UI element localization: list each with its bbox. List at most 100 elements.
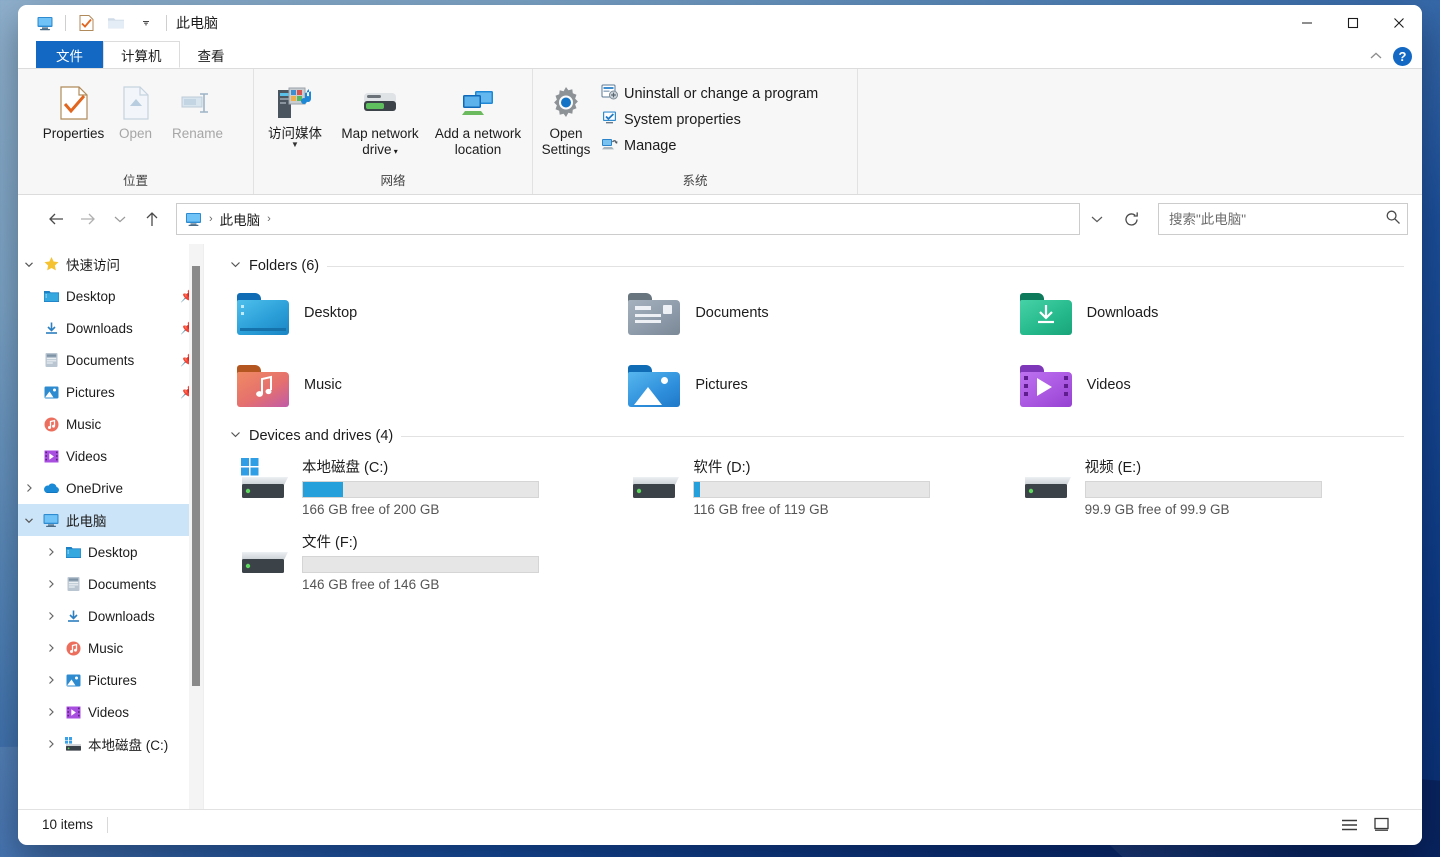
navigation-pane-scrollbar[interactable] [189, 244, 203, 809]
videos-icon [62, 703, 84, 721]
access-media-chevron-down-icon[interactable]: ▼ [291, 140, 299, 148]
sidebar-item-documents-qa[interactable]: Documents 📌 [18, 344, 203, 376]
uninstall-program-item[interactable]: Uninstall or change a program [599, 82, 824, 105]
sidebar-section-quick-access[interactable]: 快速访问 [18, 248, 203, 280]
sidebar-item-videos-pc[interactable]: Videos [18, 696, 203, 728]
navigation-pane: 快速访问 Desktop 📌 Downloads 📌 Documents 📌 P… [18, 244, 204, 809]
drive-tile-c[interactable]: 本地磁盘 (C:) 166 GB free of 200 GB [230, 452, 621, 519]
explorer-body: 快速访问 Desktop 📌 Downloads 📌 Documents 📌 P… [18, 243, 1422, 809]
properties-button[interactable]: Properties [43, 74, 105, 142]
folder-tile-documents[interactable]: Documents [621, 282, 1012, 344]
manage-icon [601, 135, 618, 156]
add-network-location-button[interactable]: Add a network location [429, 74, 527, 157]
breadcrumb-separator-0[interactable]: › [206, 213, 216, 225]
drive-tile-d[interactable]: 软件 (D:) 116 GB free of 119 GB [621, 452, 1012, 519]
chevron-right-icon[interactable] [40, 611, 62, 621]
open-button[interactable]: Open [105, 74, 167, 142]
folders-group-chevron-down-icon[interactable] [230, 260, 241, 272]
tab-file[interactable]: 文件 [36, 41, 103, 68]
sidebar-item-music-pc[interactable]: Music [18, 632, 203, 664]
sidebar-item-desktop-pc[interactable]: Desktop [18, 536, 203, 568]
drive-free-label: 146 GB free of 146 GB [302, 577, 440, 592]
map-network-drive-label: Map network drive ▾ [341, 126, 419, 157]
customize-qat-chevron-icon[interactable] [131, 8, 161, 38]
map-drive-chevron-down-icon[interactable]: ▾ [392, 147, 398, 156]
folder-tile-label: Documents [695, 305, 769, 321]
sidebar-item-label: Desktop [66, 288, 116, 304]
chevron-right-icon[interactable] [40, 739, 62, 749]
documents-icon [62, 575, 84, 593]
open-icon [120, 82, 152, 124]
ribbon-empty-space [858, 69, 1422, 194]
system-drive-icon [236, 454, 294, 504]
onedrive-chevron-right-icon[interactable] [18, 483, 40, 493]
folders-group-header[interactable]: Folders (6) [230, 258, 1404, 274]
desktop-folder-icon [62, 543, 84, 561]
sidebar-item-local-disk-c[interactable]: 本地磁盘 (C:) [18, 728, 203, 760]
access-media-button[interactable]: 访问媒体 ▼ [259, 74, 331, 148]
downloads-folder-icon [1019, 288, 1073, 338]
sidebar-section-this-pc[interactable]: 此电脑 [18, 504, 203, 536]
back-button[interactable] [40, 203, 72, 235]
sidebar-item-pictures-qa[interactable]: Pictures 📌 [18, 376, 203, 408]
search-input[interactable] [1169, 211, 1385, 227]
drives-group-chevron-down-icon[interactable] [230, 430, 241, 442]
sidebar-item-desktop-qa[interactable]: Desktop 📌 [18, 280, 203, 312]
recent-locations-chevron-down-icon[interactable] [104, 203, 136, 235]
tab-view[interactable]: 查看 [180, 41, 243, 68]
drive-tile-e[interactable]: 视频 (E:) 99.9 GB free of 99.9 GB [1013, 452, 1404, 519]
tab-computer[interactable]: 计算机 [103, 41, 180, 68]
search-icon[interactable] [1385, 209, 1401, 230]
sidebar-item-pictures-pc[interactable]: Pictures [18, 664, 203, 696]
details-view-button[interactable] [1336, 814, 1362, 836]
sidebar-item-downloads-qa[interactable]: Downloads 📌 [18, 312, 203, 344]
maximize-button[interactable] [1330, 5, 1376, 41]
collapse-ribbon-chevron-icon[interactable] [1369, 50, 1383, 64]
drive-name-label: 文件 (F:) [302, 535, 358, 551]
help-button[interactable]: ? [1393, 47, 1412, 66]
system-properties-item[interactable]: System properties [599, 108, 824, 131]
open-settings-button[interactable]: Open Settings [533, 74, 599, 157]
chevron-right-icon[interactable] [40, 707, 62, 717]
manage-item[interactable]: Manage [599, 134, 824, 157]
chevron-right-icon[interactable] [40, 675, 62, 685]
breadcrumb-this-pc[interactable]: 此电脑 [216, 207, 265, 231]
sidebar-item-downloads-pc[interactable]: Downloads [18, 600, 203, 632]
sidebar-item-videos-qa[interactable]: Videos [18, 440, 203, 472]
add-network-location-icon [457, 82, 499, 124]
navigation-pane-scroll-thumb[interactable] [192, 266, 200, 686]
sidebar-item-music-qa[interactable]: Music [18, 408, 203, 440]
properties-check-icon[interactable] [71, 8, 101, 38]
settings-gear-icon [547, 82, 585, 124]
folder-tile-downloads[interactable]: Downloads [1013, 282, 1404, 344]
sidebar-section-onedrive[interactable]: OneDrive [18, 472, 203, 504]
minimize-button[interactable] [1284, 5, 1330, 41]
folder-tile-pictures[interactable]: Pictures [621, 354, 1012, 416]
folder-tile-videos[interactable]: Videos [1013, 354, 1404, 416]
drive-tile-f[interactable]: 文件 (F:) 146 GB free of 146 GB [230, 527, 621, 594]
large-icons-view-button[interactable] [1368, 814, 1394, 836]
quick-access-chevron-down-icon[interactable] [18, 260, 40, 269]
folder-tile-desktop[interactable]: Desktop [230, 282, 621, 344]
sidebar-item-documents-pc[interactable]: Documents [18, 568, 203, 600]
folder-tile-music[interactable]: Music [230, 354, 621, 416]
chevron-right-icon[interactable] [40, 547, 62, 557]
breadcrumb-separator-1[interactable]: › [264, 213, 274, 225]
this-pc-chevron-down-icon[interactable] [18, 516, 40, 525]
chevron-right-icon[interactable] [40, 579, 62, 589]
search-box[interactable] [1158, 203, 1408, 235]
drives-group-header[interactable]: Devices and drives (4) [230, 428, 1404, 444]
chevron-right-icon[interactable] [40, 643, 62, 653]
close-button[interactable] [1376, 5, 1422, 41]
address-history-dropdown-button[interactable] [1080, 203, 1114, 235]
new-folder-icon[interactable] [101, 8, 131, 38]
rename-button[interactable]: Rename [167, 74, 229, 142]
downloads-icon [40, 319, 62, 337]
map-network-drive-button[interactable]: Map network drive ▾ [331, 74, 429, 157]
up-button[interactable] [136, 203, 168, 235]
forward-button[interactable] [72, 203, 104, 235]
drive-icon [627, 454, 685, 504]
refresh-button[interactable] [1114, 203, 1148, 235]
address-bar[interactable]: › 此电脑 › [176, 203, 1080, 235]
rename-label: Rename [171, 126, 224, 141]
